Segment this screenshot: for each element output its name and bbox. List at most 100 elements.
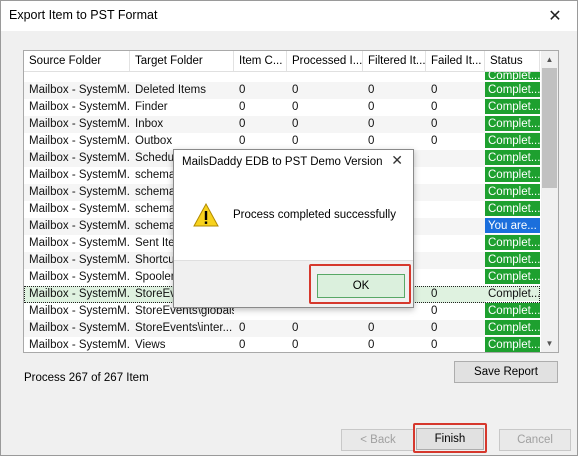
status-badge: Complet...	[485, 252, 540, 268]
cell-item-count: 0	[239, 135, 246, 147]
ok-button[interactable]: OK	[317, 274, 405, 298]
status-badge: Complet...	[485, 337, 540, 352]
cell-item-count: 0	[239, 322, 246, 334]
cell-target-folder: Deleted Items	[135, 84, 206, 96]
cell-source-folder: Mailbox - SystemM...	[29, 271, 130, 283]
table-row[interactable]: Mailbox - SystemM... Inbox 0 0 0 0 Complet...	[24, 116, 540, 133]
scroll-up-icon[interactable]: ▲	[541, 51, 558, 68]
table-row[interactable]: Mailbox - SystemM... Finder 0 0 0 0 Complet...	[24, 99, 540, 116]
cell-failed-items: 0	[431, 135, 438, 147]
cell-failed-items	[426, 72, 485, 82]
finish-button[interactable]: Finish	[416, 428, 484, 450]
dialog-footer: OK	[174, 260, 413, 307]
table-row[interactable]: Mailbox - SystemM... Deleted Items 0 0 0 0 Com…	[24, 82, 540, 99]
cell-filtered-items	[363, 72, 426, 82]
cell-failed-items	[426, 235, 485, 252]
cell-target-folder	[130, 72, 234, 82]
status-badge: Complet...	[485, 184, 540, 200]
cell-failed-items: 0	[431, 118, 438, 130]
cell-item-count	[234, 72, 287, 82]
cell-source-folder: Mailbox - SystemM...	[29, 152, 130, 164]
dialog-message: Process completed successfully	[233, 209, 396, 221]
cell-source-folder: Mailbox - SystemM...	[29, 305, 130, 317]
cell-failed-items: 0	[431, 101, 438, 113]
cell-filtered-items: 0	[368, 84, 375, 96]
cell-source-folder: Mailbox - SystemM...	[29, 288, 130, 300]
cell-target-folder: Outbox	[135, 135, 173, 147]
column-header-status[interactable]: Status	[485, 51, 540, 71]
cell-item-count: 0	[239, 339, 246, 351]
cell-processed-items	[287, 72, 363, 82]
cell-source-folder: Mailbox - SystemM...	[29, 322, 130, 334]
cell-failed-items	[426, 252, 485, 269]
status-badge: Complet...	[485, 150, 540, 166]
cell-processed-items: 0	[292, 339, 299, 351]
cancel-button[interactable]: Cancel	[499, 429, 571, 451]
column-header-failed-items[interactable]: Failed It...	[426, 51, 485, 71]
cell-filtered-items: 0	[368, 135, 375, 147]
status-badge: Complet...	[485, 116, 540, 132]
status-badge: Complet...	[485, 133, 540, 149]
cell-source-folder	[24, 72, 130, 82]
status-badge: Complet...	[485, 303, 540, 319]
dialog-title: MailsDaddy EDB to PST Demo Version	[182, 156, 383, 168]
status-badge: Complet...	[485, 286, 540, 302]
cell-failed-items	[426, 150, 485, 167]
vertical-scrollbar[interactable]: ▲ ▼	[541, 51, 558, 352]
cell-failed-items	[426, 167, 485, 184]
cell-failed-items	[426, 201, 485, 218]
cell-source-folder: Mailbox - SystemM...	[29, 84, 130, 96]
column-header-filtered-items[interactable]: Filtered It...	[363, 51, 426, 71]
export-window: Export Item to PST Format ✕ Source Folde…	[0, 0, 578, 456]
status-badge: Complet...	[485, 235, 540, 251]
cell-processed-items: 0	[292, 84, 299, 96]
cell-source-folder: Mailbox - SystemM...	[29, 169, 130, 181]
progress-text: Process 267 of 267 Item	[24, 372, 149, 384]
column-header-source-folder[interactable]: Source Folder	[24, 51, 130, 71]
column-header-target-folder[interactable]: Target Folder	[130, 51, 234, 71]
status-badge: Complet...	[485, 167, 540, 183]
cell-failed-items: 0	[431, 339, 438, 351]
cell-failed-items: 0	[431, 305, 438, 317]
cell-source-folder: Mailbox - SystemM...	[29, 135, 130, 147]
back-button[interactable]: < Back	[341, 429, 415, 451]
column-header-item-count[interactable]: Item C...	[234, 51, 287, 71]
cell-failed-items: 0	[431, 84, 438, 96]
table-row[interactable]: Mailbox - SystemM... StoreEvents\inter...…	[24, 320, 540, 337]
table-row[interactable]: Mailbox - SystemM... Views 0 0 0 0 Complet...	[24, 337, 540, 352]
grid-header: Source Folder Target Folder Item C... Pr…	[24, 51, 540, 72]
cell-processed-items: 0	[292, 101, 299, 113]
cell-source-folder: Mailbox - SystemM...	[29, 101, 130, 113]
cell-filtered-items: 0	[368, 101, 375, 113]
cell-target-folder: Finder	[135, 101, 168, 113]
table-row[interactable]: Complet...	[24, 72, 540, 82]
cell-source-folder: Mailbox - SystemM...	[29, 237, 130, 249]
close-icon[interactable]: ✕	[533, 1, 577, 31]
dialog-close-icon[interactable]: ✕	[391, 152, 403, 169]
cell-target-folder: StoreEvents\inter...	[135, 322, 233, 334]
status-badge: Complet...	[485, 201, 540, 217]
window-title: Export Item to PST Format	[9, 8, 158, 22]
cell-item-count: 0	[239, 84, 246, 96]
warning-icon	[193, 203, 219, 227]
cell-source-folder: Mailbox - SystemM...	[29, 339, 130, 351]
cell-source-folder: Mailbox - SystemM...	[29, 203, 130, 215]
table-row[interactable]: Mailbox - SystemM... Outbox 0 0 0 0 Complet...	[24, 133, 540, 150]
cell-filtered-items: 0	[368, 339, 375, 351]
cell-failed-items: 0	[431, 288, 438, 300]
scroll-down-icon[interactable]: ▼	[541, 335, 558, 352]
cell-item-count: 0	[239, 118, 246, 130]
status-badge: Complet...	[485, 320, 540, 336]
cell-filtered-items: 0	[368, 322, 375, 334]
save-report-button[interactable]: Save Report	[454, 361, 558, 383]
status-badge: Complet...	[485, 99, 540, 115]
cell-source-folder: Mailbox - SystemM...	[29, 220, 130, 232]
status-badge: Complet...	[485, 72, 540, 81]
column-header-processed-items[interactable]: Processed I...	[287, 51, 363, 71]
scroll-thumb[interactable]	[542, 68, 557, 188]
cell-source-folder: Mailbox - SystemM...	[29, 186, 130, 198]
cell-target-folder: Views	[135, 339, 166, 351]
status-badge: You are...	[485, 218, 540, 234]
cell-filtered-items: 0	[368, 118, 375, 130]
status-badge: Complet...	[485, 269, 540, 285]
